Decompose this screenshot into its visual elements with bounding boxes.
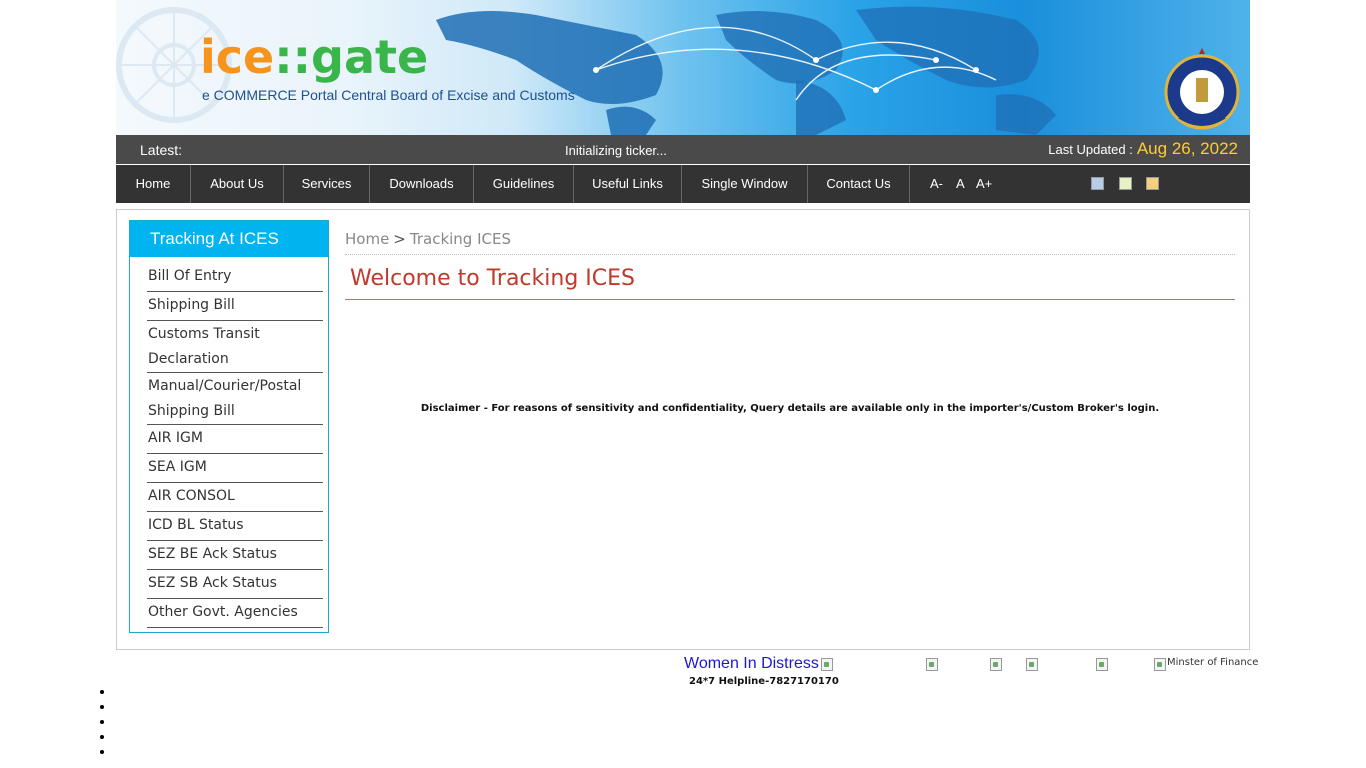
nav-guidelines[interactable]: Guidelines — [474, 165, 574, 203]
sidebar-heading: Tracking At ICES — [130, 221, 328, 257]
broken-image-icon[interactable] — [1153, 657, 1167, 671]
list-bullet — [100, 690, 104, 694]
breadcrumb-home[interactable]: Home — [345, 230, 389, 248]
list-bullet — [100, 705, 104, 709]
theme-green-swatch[interactable] — [1119, 177, 1132, 190]
disclaimer-text: Disclaimer - For reasons of sensitivity … — [420, 403, 1160, 414]
sidebar-item-manual-courier-postal-shipping-bill[interactable]: Manual/Courier/Postal Shipping Bill — [147, 373, 323, 425]
nav-contact-us[interactable]: Contact Us — [808, 165, 910, 203]
cbec-emblem-icon — [1164, 48, 1240, 130]
list-bullet — [100, 720, 104, 724]
breadcrumb: Home > Tracking ICES — [345, 230, 1235, 255]
font-normal-button[interactable]: A — [956, 165, 965, 203]
women-in-distress-link[interactable]: Women In Distress — [684, 655, 819, 673]
main-navigation: Home About Us Services Downloads Guideli… — [116, 165, 1250, 203]
theme-orange-swatch[interactable] — [1146, 177, 1159, 190]
theme-blue-swatch[interactable] — [1091, 177, 1104, 190]
broken-image-icon[interactable] — [1095, 657, 1109, 671]
nav-about-us[interactable]: About Us — [191, 165, 284, 203]
minister-of-finance-image-alt[interactable]: Minster of Finance — [1167, 657, 1258, 668]
sidebar-item-sez-sb-ack-status[interactable]: SEZ SB Ack Status — [147, 570, 323, 599]
font-increase-button[interactable]: A+ — [976, 165, 992, 203]
latest-label: Latest: — [140, 142, 183, 158]
page-wrapper: ice::gate e COMMERCE Portal Central Boar… — [116, 0, 1250, 650]
sidebar-item-air-igm[interactable]: AIR IGM — [147, 425, 323, 454]
logo-ice-text: ice — [200, 30, 275, 84]
helpline-text: 24*7 Helpline-7827170170 — [689, 676, 839, 687]
ticker-text[interactable]: Initializing ticker... — [565, 143, 667, 158]
broken-image-icon[interactable] — [820, 657, 834, 671]
list-bullet — [100, 735, 104, 739]
sidebar-item-air-consol[interactable]: AIR CONSOL — [147, 483, 323, 512]
logo-gate-text: gate — [311, 30, 429, 84]
nav-useful-links[interactable]: Useful Links — [574, 165, 682, 203]
sidebar-item-customs-transit-declaration[interactable]: Customs Transit Declaration — [147, 321, 323, 373]
nav-home[interactable]: Home — [116, 165, 191, 203]
sidebar-item-bill-of-entry[interactable]: Bill Of Entry — [147, 263, 323, 292]
nav-services[interactable]: Services — [284, 165, 370, 203]
sidebar-list: Bill Of Entry Shipping Bill Customs Tran… — [130, 257, 328, 628]
content-box: Tracking At ICES Bill Of Entry Shipping … — [116, 209, 1250, 650]
broken-image-icon[interactable] — [925, 657, 939, 671]
breadcrumb-separator: > — [393, 230, 406, 248]
sidebar-item-other-govt-agencies[interactable]: Other Govt. Agencies — [147, 599, 323, 628]
sidebar-item-sez-be-ack-status[interactable]: SEZ BE Ack Status — [147, 541, 323, 570]
breadcrumb-current: Tracking ICES — [409, 230, 511, 248]
sidebar-item-sea-igm[interactable]: SEA IGM — [147, 454, 323, 483]
site-tagline: e COMMERCE Portal Central Board of Excis… — [202, 87, 575, 103]
list-bullet — [100, 750, 104, 754]
broken-image-icon[interactable] — [1025, 657, 1039, 671]
last-updated-label: Last Updated : — [1048, 142, 1133, 157]
font-decrease-button[interactable]: A- — [930, 165, 943, 203]
news-ticker-bar: Latest: Initializing ticker... Last Upda… — [116, 135, 1250, 164]
empty-bullet-list — [100, 690, 104, 765]
last-updated: Last Updated : Aug 26, 2022 — [1048, 139, 1238, 159]
sidebar-menu: Tracking At ICES Bill Of Entry Shipping … — [129, 220, 329, 633]
header-banner: ice::gate e COMMERCE Portal Central Boar… — [116, 0, 1250, 135]
sidebar-item-icd-bl-status[interactable]: ICD BL Status — [147, 512, 323, 541]
nav-downloads[interactable]: Downloads — [370, 165, 474, 203]
sidebar-item-shipping-bill[interactable]: Shipping Bill — [147, 292, 323, 321]
last-updated-date: Aug 26, 2022 — [1136, 139, 1238, 158]
nav-single-window[interactable]: Single Window — [682, 165, 808, 203]
logo-separator: :: — [274, 30, 312, 84]
site-logo[interactable]: ice::gate — [200, 30, 428, 84]
page-title: Welcome to Tracking ICES — [345, 266, 1235, 300]
broken-image-icon[interactable] — [989, 657, 1003, 671]
